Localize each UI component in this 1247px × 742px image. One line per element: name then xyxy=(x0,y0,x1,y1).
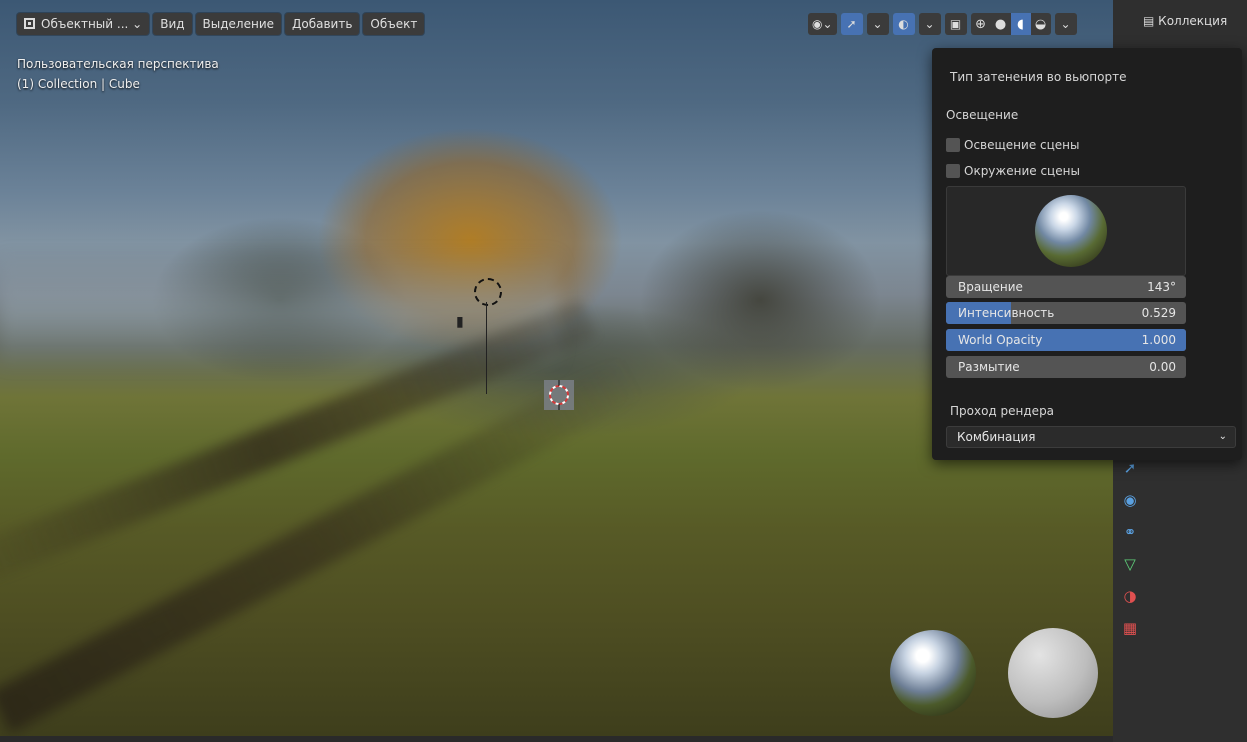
hdri-preview-sphere xyxy=(890,630,976,716)
field-value: 143° xyxy=(1147,280,1176,294)
gizmo-icon: ➚ xyxy=(846,17,857,31)
shading-mode-group: ⊕ ● ◖ ◒ xyxy=(970,13,1051,35)
diffuse-preview-sphere xyxy=(1008,628,1098,718)
view-name: Пользовательская перспектива xyxy=(17,57,219,71)
checkbox-label: Окружение сцены xyxy=(964,164,1080,178)
gizmo-toggle[interactable]: ➚ xyxy=(840,13,863,35)
outliner-title: Коллекция xyxy=(1158,14,1228,28)
collection-icon: ▤ xyxy=(1143,14,1155,28)
checkbox-box xyxy=(946,164,960,178)
menu-add[interactable]: Добавить xyxy=(285,13,360,35)
chevron-down-icon: ⌄ xyxy=(1060,17,1071,31)
hdri-selector[interactable] xyxy=(946,186,1186,276)
intensity-slider[interactable]: Интенсивность 0.529 xyxy=(946,302,1186,324)
particles-tab-icon[interactable]: ⚭ xyxy=(1118,520,1142,544)
overlay-toggle[interactable]: ◐ xyxy=(892,13,915,35)
data-tab-icon[interactable]: ▽ xyxy=(1118,552,1142,576)
properties-tabs: ➚ ◉ ⚭ ▽ ◑ ▦ xyxy=(1118,456,1146,640)
xray-toggle[interactable]: ▣ xyxy=(944,13,967,35)
shading-dropdown[interactable]: ⌄ xyxy=(1054,13,1077,35)
xray-icon: ▣ xyxy=(949,17,962,31)
popup-title: Тип затенения во вьюпорте xyxy=(950,70,1127,84)
editor-type-icon xyxy=(24,18,35,29)
light-empty-object[interactable] xyxy=(474,278,502,306)
overlay-icon: ◐ xyxy=(898,17,909,31)
chevron-down-icon: ⌄ xyxy=(132,17,143,31)
scene-lights-checkbox[interactable]: Освещение сцены xyxy=(946,136,1080,154)
chevron-down-icon: ⌄ xyxy=(872,17,883,31)
checkbox-box xyxy=(946,138,960,152)
light-direction-line xyxy=(486,302,487,394)
render-pass-title: Проход рендера xyxy=(950,404,1055,418)
world-opacity-slider[interactable]: World Opacity 1.000 xyxy=(946,329,1186,351)
material-shading-icon[interactable]: ◖ xyxy=(1010,13,1031,35)
overlay-dropdown[interactable]: ⌄ xyxy=(918,13,941,35)
field-value: 0.00 xyxy=(1149,360,1176,374)
viewport-info: Пользовательская перспектива (1) Collect… xyxy=(17,54,219,94)
viewport-footer xyxy=(0,736,1113,742)
checkbox-label: Освещение сцены xyxy=(964,138,1080,152)
field-value: 1.000 xyxy=(1141,333,1176,347)
3d-cursor[interactable] xyxy=(544,380,574,410)
menu-view[interactable]: Вид xyxy=(153,13,192,35)
chevron-down-icon: ⌄ xyxy=(822,17,833,31)
texture-tab-icon[interactable]: ▦ xyxy=(1118,616,1142,640)
gizmo-dropdown[interactable]: ⌄ xyxy=(866,13,889,35)
viewport-tools: ◉ ⌄ ➚ ⌄ ◐ ⌄ ▣ ⊕ ● ◖ ◒ ⌄ xyxy=(808,13,1077,35)
blur-field[interactable]: Размытие 0.00 xyxy=(946,356,1186,378)
solid-shading-icon[interactable]: ● xyxy=(991,13,1011,35)
material-tab-icon[interactable]: ◑ xyxy=(1118,584,1142,608)
field-label: World Opacity xyxy=(958,333,1043,347)
lighting-section-title: Освещение xyxy=(946,108,1019,122)
select-value: Комбинация xyxy=(957,430,1036,444)
field-label: Вращение xyxy=(958,280,1023,294)
visibility-button[interactable]: ◉ ⌄ xyxy=(808,13,837,35)
wireframe-shading-icon[interactable]: ⊕ xyxy=(971,13,991,35)
chevron-down-icon: ⌄ xyxy=(924,17,935,31)
camera-object-icon[interactable]: ▮ xyxy=(456,314,464,330)
menu-select[interactable]: Выделение xyxy=(195,13,282,35)
outliner-header: ▤ Коллекция xyxy=(1143,14,1227,28)
rotation-field[interactable]: Вращение 143° xyxy=(946,276,1186,298)
field-label: Размытие xyxy=(958,360,1020,374)
field-value: 0.529 xyxy=(1141,306,1176,320)
chevron-down-icon: ⌄ xyxy=(1218,431,1227,442)
physics-tab-icon[interactable]: ◉ xyxy=(1118,488,1142,512)
mode-selector[interactable]: Объектный ... ⌄ xyxy=(17,13,150,35)
mode-label: Объектный ... xyxy=(41,17,129,31)
viewport-header: Объектный ... ⌄ Вид Выделение Добавить О… xyxy=(17,13,425,35)
rendered-shading-icon[interactable]: ◒ xyxy=(1031,13,1051,35)
menu-object[interactable]: Объект xyxy=(363,13,425,35)
viewport-shading-popup: Тип затенения во вьюпорте Освещение Осве… xyxy=(932,48,1242,460)
render-pass-select[interactable]: Комбинация ⌄ xyxy=(946,426,1236,448)
eye-icon: ◉ xyxy=(812,17,823,31)
object-info: (1) Collection | Cube xyxy=(17,77,140,91)
scene-world-checkbox[interactable]: Окружение сцены xyxy=(946,162,1080,180)
hdri-thumbnail xyxy=(1035,195,1107,267)
field-label: Интенсивность xyxy=(958,306,1055,320)
